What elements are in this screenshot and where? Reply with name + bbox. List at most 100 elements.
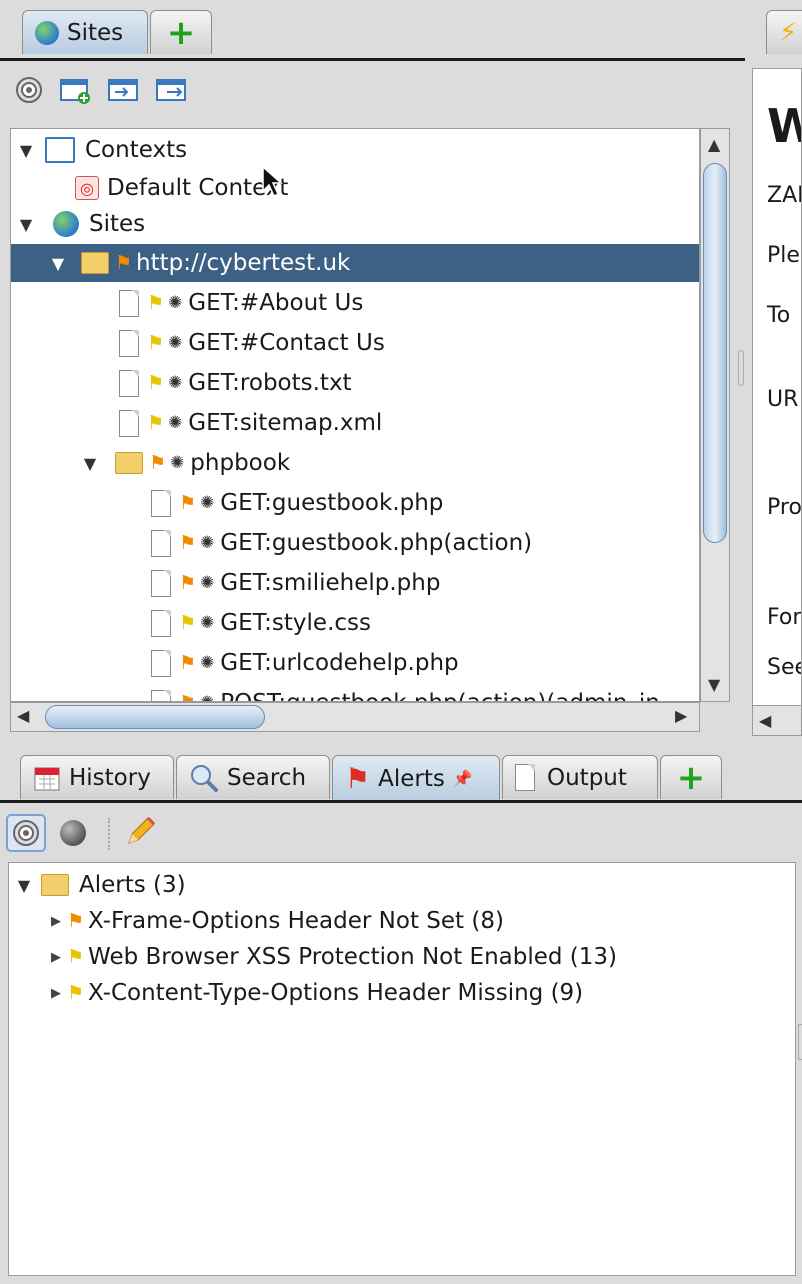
- import-context-icon: [108, 79, 138, 101]
- top-tab-bar: Sites + ⚡: [0, 0, 802, 61]
- target-button[interactable]: [12, 75, 46, 105]
- target-icon: [13, 820, 39, 846]
- toolbar-separator: [108, 818, 110, 850]
- tree-node-page[interactable]: ⚑ ✺ GET:#Contact Us: [11, 324, 699, 362]
- expand-arrow-icon[interactable]: ▼: [79, 454, 101, 473]
- tree-horizontal-scrollbar[interactable]: ◀ ▶: [10, 702, 700, 732]
- tree-node-page[interactable]: ⚑ ✺ GET:smiliehelp.php: [11, 564, 699, 602]
- folder-icon: [81, 252, 109, 274]
- tree-node-default-context[interactable]: ◎ Default Context: [11, 169, 699, 207]
- tree-item-label: GET:robots.txt: [188, 370, 352, 396]
- export-context-button[interactable]: [154, 75, 188, 105]
- flag-icon: ⚑: [179, 652, 197, 674]
- expand-arrow-icon[interactable]: ▼: [15, 215, 37, 234]
- tab-history[interactable]: History: [20, 755, 174, 799]
- collapse-arrow-icon[interactable]: ▶: [45, 950, 67, 965]
- panel-horizontal-scrollbar[interactable]: ◀: [753, 705, 801, 735]
- target-icon: [16, 77, 42, 103]
- tree-node-page[interactable]: ⚑ ✺ GET:urlcodehelp.php: [11, 644, 699, 682]
- scroll-up-icon[interactable]: ▲: [708, 135, 720, 154]
- collapse-arrow-icon[interactable]: ▶: [45, 914, 67, 929]
- sites-label: Sites: [89, 211, 146, 237]
- site-filter-button[interactable]: [56, 818, 90, 848]
- spider-icon: ✺: [168, 333, 183, 353]
- flag-icon: ⚑: [67, 946, 85, 968]
- flag-icon: ⚑: [147, 292, 165, 314]
- globe-icon: [35, 20, 59, 45]
- panel-text-line: UR: [767, 387, 799, 412]
- expand-arrow-icon[interactable]: ▼: [13, 876, 35, 895]
- flag-icon: ⚑: [67, 910, 85, 932]
- panel-text-line: For: [767, 605, 802, 630]
- page-icon: [119, 329, 139, 357]
- expand-arrow-icon[interactable]: ▼: [47, 254, 69, 273]
- tree-node-sites[interactable]: ▼ Sites: [11, 205, 699, 243]
- flag-icon: ⚑: [67, 982, 85, 1004]
- flag-icon: ⚑: [179, 492, 197, 514]
- tree-vertical-scrollbar[interactable]: ▲ ▼: [700, 128, 730, 702]
- context-target-icon: ◎: [75, 176, 99, 200]
- scroll-left-icon[interactable]: ◀: [759, 711, 771, 730]
- tree-node-host[interactable]: ▼ ⚑ http://cybertest.uk: [11, 244, 699, 282]
- spider-icon: ✺: [200, 613, 215, 633]
- tree-node-page[interactable]: ⚑ ✺ GET:guestbook.php(action): [11, 524, 699, 562]
- tab-search[interactable]: Search: [176, 755, 330, 799]
- tree-node-page[interactable]: ⚑ ✺ GET:guestbook.php: [11, 484, 699, 522]
- spider-icon: ✺: [168, 293, 183, 313]
- tree-item-label: GET:guestbook.php: [220, 490, 444, 516]
- page-icon: [151, 489, 171, 517]
- tree-item-label: POST:guestbook.php(action)(admin_in: [220, 690, 660, 701]
- tree-node-page[interactable]: ⚑ ✺ GET:sitemap.xml: [11, 404, 699, 442]
- tree-item-label: GET:urlcodehelp.php: [220, 650, 459, 676]
- add-tab-button[interactable]: +: [660, 755, 722, 799]
- split-pane-divider[interactable]: [798, 1024, 802, 1060]
- tab-output[interactable]: Output: [502, 755, 658, 799]
- alert-label: Web Browser XSS Protection Not Enabled (…: [88, 944, 618, 970]
- tree-item-label: GET:guestbook.php(action): [220, 530, 533, 556]
- tree-node-page[interactable]: ⚑ ✺ POST:guestbook.php(action)(admin_in: [11, 684, 699, 701]
- page-icon: [119, 289, 139, 317]
- scroll-left-icon[interactable]: ◀: [17, 706, 29, 725]
- tree-node-page[interactable]: ⚑ ✺ GET:#About Us: [11, 284, 699, 322]
- alerts-tree[interactable]: ▼ Alerts (3) ▶ ⚑ X-Frame-Options Header …: [8, 862, 796, 1276]
- lightning-icon: ⚡: [779, 17, 798, 48]
- pencil-icon: [128, 816, 156, 844]
- import-context-button[interactable]: [106, 75, 140, 105]
- tab-quick-start[interactable]: ⚡: [766, 10, 802, 54]
- flag-icon: ⚑: [179, 572, 197, 594]
- scroll-right-icon[interactable]: ▶: [675, 706, 687, 725]
- tab-history-label: History: [69, 764, 151, 791]
- scope-target-button[interactable]: [6, 814, 46, 852]
- scroll-thumb[interactable]: [703, 163, 727, 543]
- flag-icon: ⚑: [179, 692, 196, 701]
- spider-icon: ✺: [170, 453, 185, 473]
- new-context-button[interactable]: [58, 75, 92, 105]
- tab-alerts-label: Alerts: [378, 765, 445, 792]
- panel-text-line: To: [767, 303, 791, 328]
- add-tab-button[interactable]: +: [150, 10, 212, 54]
- calendar-icon: [34, 767, 60, 790]
- tree-node-page[interactable]: ⚑ ✺ GET:robots.txt: [11, 364, 699, 402]
- tree-node-folder[interactable]: ▼ ⚑ ✺ phpbook: [11, 444, 699, 482]
- tab-bar-divider: [0, 58, 745, 61]
- sites-tree[interactable]: ▼ Contexts ◎ Default Context ▼ Sites ▼ ⚑…: [10, 128, 700, 702]
- edit-alert-button[interactable]: [124, 816, 158, 846]
- alerts-root[interactable]: ▼ Alerts (3): [13, 867, 186, 903]
- tab-alerts[interactable]: ⚑ Alerts 📌: [332, 755, 500, 801]
- tree-item-label: GET:sitemap.xml: [188, 410, 383, 436]
- page-icon: [119, 409, 139, 437]
- alert-item[interactable]: ▶ ⚑ Web Browser XSS Protection Not Enabl…: [45, 939, 617, 975]
- tree-node-page[interactable]: ⚑ ✺ GET:style.css: [11, 604, 699, 642]
- tree-node-contexts[interactable]: ▼ Contexts: [11, 131, 699, 169]
- alert-item[interactable]: ▶ ⚑ X-Frame-Options Header Not Set (8): [45, 903, 504, 939]
- split-pane-divider[interactable]: [738, 350, 744, 386]
- expand-arrow-icon[interactable]: ▼: [15, 141, 37, 160]
- alert-item[interactable]: ▶ ⚑ X-Content-Type-Options Header Missin…: [45, 975, 583, 1011]
- scroll-down-icon[interactable]: ▼: [708, 675, 720, 694]
- tab-sites[interactable]: Sites: [22, 10, 148, 54]
- collapse-arrow-icon[interactable]: ▶: [45, 986, 67, 1001]
- folder-label: phpbook: [190, 450, 291, 476]
- pin-icon[interactable]: 📌: [453, 769, 473, 788]
- panel-text-line: ZAI: [767, 183, 802, 208]
- scroll-thumb[interactable]: [45, 705, 265, 729]
